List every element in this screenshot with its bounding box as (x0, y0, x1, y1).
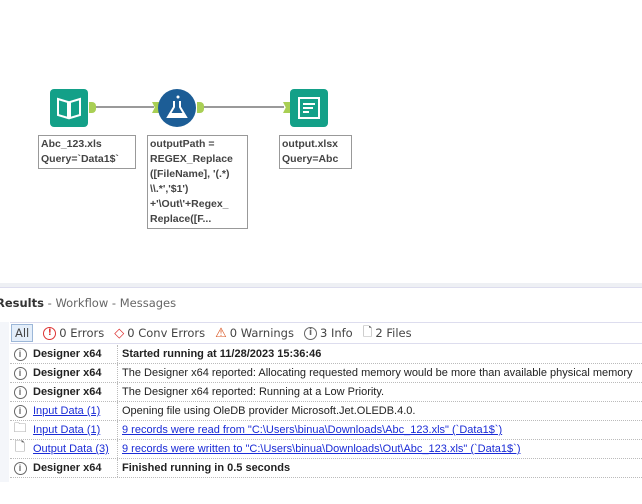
message-source[interactable]: Input Data (1) (30, 421, 118, 439)
message-source: Designer x64 (30, 459, 118, 477)
results-title: Results (0, 296, 44, 310)
input-data-tool[interactable] (50, 89, 88, 127)
output-anchor[interactable] (197, 102, 204, 113)
message-text[interactable]: 9 records were read from "C:\Users\binua… (118, 424, 502, 436)
panel-splitter[interactable] (0, 283, 642, 288)
message-source: Designer x64 (30, 364, 118, 382)
info-icon: i (13, 404, 27, 418)
error-icon: ! (43, 326, 57, 340)
files-label: 2 Files (375, 326, 412, 340)
message-row[interactable]: 🗀 Input Data (1) 9 records were read from … (10, 420, 642, 440)
info-label: 3 Info (319, 326, 353, 340)
message-source: Designer x64 (30, 345, 118, 363)
input-anchor[interactable] (283, 102, 290, 113)
message-row[interactable]: 🗋 Output Data (3) 9 records were written t… (10, 439, 642, 459)
flask-icon (166, 95, 188, 118)
file-icon: 🗋 (362, 324, 373, 339)
message-source[interactable]: Input Data (1) (30, 402, 118, 420)
message-source: Designer x64 (30, 383, 118, 401)
message-filter-toolbar: All ! 0 Errors ◇ 0 Conv Errors ⚠ 0 Warnings… (10, 322, 642, 344)
node-annotation: output.xlsx Query=Abc (279, 135, 352, 169)
book-icon (57, 97, 81, 120)
formula-tool[interactable] (158, 89, 196, 127)
node-annotation: outputPath = REGEX_Replace ([FileName], … (147, 135, 248, 229)
message-row[interactable]: i Designer x64 The Designer x64 reported: … (10, 364, 642, 383)
message-text: Finished running in 0.5 seconds (122, 462, 291, 474)
message-text: Started running at 11/28/2023 15:36:46 (122, 348, 322, 360)
results-header: Results - Workflow - Messages (0, 296, 176, 310)
results-sidebar (0, 322, 9, 482)
warnings-label: 0 Warnings (229, 326, 294, 340)
conv-error-icon: ◇ (114, 325, 125, 341)
message-text: The Designer x64 reported: Allocating re… (122, 367, 633, 379)
output-data-tool[interactable] (290, 89, 328, 127)
message-row[interactable]: i Designer x64 The Designer x64 reported: … (10, 383, 642, 402)
file-icon: 🗋 (14, 439, 26, 454)
info-icon: i (13, 385, 27, 399)
messages-list: i Designer x64 Started running at 11/28/20… (10, 345, 642, 478)
connection[interactable] (204, 106, 284, 108)
results-context: - Workflow - (43, 296, 120, 310)
info-icon: i (303, 326, 317, 340)
document-write-icon (298, 97, 320, 119)
message-row[interactable]: i Input Data (1) Opening file using OleDB … (10, 402, 642, 421)
info-icon: i (13, 347, 27, 361)
output-anchor[interactable] (89, 102, 96, 113)
filter-info-button[interactable]: i3 Info (303, 326, 353, 340)
info-icon: i (13, 461, 27, 475)
filter-files-button[interactable]: 🗋 2 Files (363, 323, 412, 344)
workflow-canvas[interactable]: Abc_123.xls Query=`Data1$` outputPath = … (0, 0, 642, 283)
message-text[interactable]: 9 records were written to "C:\Users\binu… (118, 443, 520, 455)
message-text: Opening file using OleDB provider Micros… (122, 405, 416, 417)
connection[interactable] (96, 106, 154, 108)
message-source[interactable]: Output Data (3) (30, 440, 118, 458)
info-icon: i (13, 366, 27, 380)
filter-warnings-button[interactable]: ⚠ 0 Warnings (215, 326, 294, 341)
filter-conv-errors-button[interactable]: ◇ 0 Conv Errors (114, 326, 205, 341)
conv-errors-label: 0 Conv Errors (127, 326, 206, 340)
message-text: The Designer x64 reported: Running at a … (122, 386, 385, 398)
message-row[interactable]: i Designer x64 Started running at 11/28/20… (10, 345, 642, 364)
warning-icon: ⚠ (215, 325, 227, 341)
message-row[interactable]: i Designer x64 Finished running in 0.5 sec… (10, 459, 642, 478)
node-annotation: Abc_123.xls Query=`Data1$` (38, 135, 136, 169)
results-subtitle: Messages (119, 296, 177, 310)
filter-errors-button[interactable]: ! 0 Errors (43, 326, 104, 340)
errors-label: 0 Errors (59, 326, 105, 340)
filter-all-button[interactable]: All (11, 324, 34, 342)
